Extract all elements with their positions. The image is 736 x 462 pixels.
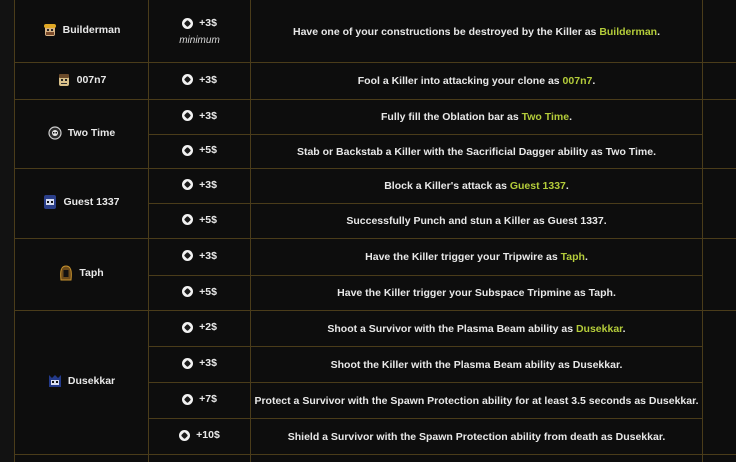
builderman-avatar-icon bbox=[43, 22, 57, 38]
reward-amount: +5$ bbox=[199, 213, 217, 226]
reward-cell: +3$ minimum bbox=[148, 0, 251, 63]
coin-icon bbox=[182, 17, 194, 29]
coin-icon bbox=[182, 393, 194, 405]
coin-icon bbox=[182, 321, 194, 333]
guest-1337-avatar-icon bbox=[43, 194, 57, 210]
reward-amount: +5$ bbox=[199, 144, 217, 157]
reward-cell: +5$ bbox=[148, 203, 251, 239]
table-row: Taph +3$ Have the Killer trigger your Tr… bbox=[14, 238, 736, 311]
table-row bbox=[14, 454, 736, 462]
survivor-name: Taph bbox=[79, 267, 104, 279]
achievement-description: Shoot the Killer with the Plasma Beam ab… bbox=[250, 346, 703, 383]
achievement-description bbox=[250, 454, 703, 462]
achievements-table-viewport: Builderman +3$ minimum Have one of your … bbox=[0, 0, 736, 462]
achievement-description: Fool a Killer into attacking your clone … bbox=[250, 62, 703, 100]
coin-icon bbox=[182, 286, 194, 298]
achievement-description: Shield a Survivor with the Spawn Protect… bbox=[250, 418, 703, 455]
reward-cell: +2$ bbox=[148, 310, 251, 347]
coin-icon bbox=[182, 214, 194, 226]
coin-icon bbox=[179, 429, 191, 441]
survivor-name: 007n7 bbox=[76, 73, 107, 86]
achievement-description: Stab or Backstab a Killer with the Sacri… bbox=[250, 134, 703, 169]
reward-note: minimum bbox=[179, 34, 220, 46]
reward-amount: +10$ bbox=[196, 429, 220, 442]
survivor-cell: Builderman bbox=[14, 0, 149, 63]
reward-amount: +3$ bbox=[199, 357, 217, 370]
survivor-achievements-table: Builderman +3$ minimum Have one of your … bbox=[14, 0, 736, 462]
reward-cell: +10$ bbox=[148, 418, 251, 455]
survivor-link[interactable]: Two Time bbox=[522, 111, 569, 123]
survivor-cell: Two Time bbox=[14, 99, 149, 169]
reward-cell: +7$ bbox=[148, 382, 251, 419]
reward-amount: +3$ bbox=[199, 17, 217, 30]
survivor-link[interactable]: Taph bbox=[561, 251, 585, 263]
reward-cell: +3$ bbox=[148, 62, 251, 100]
table-row: Guest 1337 +3$ Block a Killer's attack a… bbox=[14, 168, 736, 239]
table-row: 007n7 +3$ Fool a Killer into attacking y… bbox=[14, 62, 736, 100]
coin-icon bbox=[182, 357, 194, 369]
survivor-link[interactable]: Builderman bbox=[599, 26, 657, 38]
achievement-description: Block a Killer's attack as Guest 1337. bbox=[250, 168, 703, 204]
reward-amount: +3$ bbox=[199, 109, 217, 122]
two-time-avatar-icon bbox=[48, 125, 62, 141]
achievement-description: Fully fill the Oblation bar as Two Time. bbox=[250, 99, 703, 135]
reward-amount: +3$ bbox=[199, 73, 217, 86]
survivor-name: Builderman bbox=[62, 24, 121, 36]
reward-amount: +3$ bbox=[199, 178, 217, 191]
survivor-name: Guest 1337 bbox=[63, 196, 120, 208]
survivor-cell: Guest 1337 bbox=[14, 168, 149, 239]
extra-cell bbox=[702, 99, 736, 169]
reward-amount: +5$ bbox=[199, 285, 217, 298]
survivor-link[interactable]: Guest 1337 bbox=[510, 180, 566, 192]
extra-cell bbox=[702, 0, 736, 63]
extra-cell bbox=[702, 238, 736, 311]
survivor-link[interactable]: 007n7 bbox=[563, 75, 593, 87]
reward-cell: +3$ bbox=[148, 99, 251, 135]
achievement-description: Have the Killer trigger your Tripwire as… bbox=[250, 238, 703, 276]
reward-amount: +3$ bbox=[199, 249, 217, 262]
survivor-cell bbox=[14, 454, 149, 462]
reward-cell: +3$ bbox=[148, 346, 251, 383]
reward-amount: +2$ bbox=[199, 321, 217, 334]
achievement-description: Have the Killer trigger your Subspace Tr… bbox=[250, 275, 703, 311]
survivor-cell: Dusekkar bbox=[14, 310, 149, 455]
achievement-description: Have one of your constructions be destro… bbox=[250, 0, 703, 63]
extra-cell bbox=[702, 310, 736, 455]
coin-icon bbox=[182, 144, 194, 156]
table-row: Dusekkar +2$ Shoot a Survivor with the P… bbox=[14, 310, 736, 455]
achievement-description: Shoot a Survivor with the Plasma Beam ab… bbox=[250, 310, 703, 347]
extra-cell bbox=[702, 168, 736, 239]
coin-icon bbox=[182, 74, 194, 86]
reward-cell bbox=[148, 454, 251, 462]
dusekkar-avatar-icon bbox=[48, 373, 62, 389]
reward-cell: +3$ bbox=[148, 238, 251, 276]
reward-cell: +3$ bbox=[148, 168, 251, 204]
coin-icon bbox=[182, 110, 194, 122]
achievement-description: Protect a Survivor with the Spawn Protec… bbox=[250, 382, 703, 419]
survivor-name: Dusekkar bbox=[67, 375, 116, 387]
survivor-name: Two Time bbox=[67, 126, 116, 139]
survivor-cell: Taph bbox=[14, 238, 149, 311]
reward-cell: +5$ bbox=[148, 275, 251, 311]
survivor-cell: 007n7 bbox=[14, 62, 149, 100]
extra-cell bbox=[702, 454, 736, 462]
survivor-link[interactable]: Dusekkar bbox=[576, 323, 623, 335]
extra-cell bbox=[702, 62, 736, 100]
achievement-description: Successfully Punch and stun a Killer as … bbox=[250, 203, 703, 239]
table-row: Two Time +3$ Fully fill the Oblation bar… bbox=[14, 99, 736, 169]
coin-icon bbox=[182, 250, 194, 262]
reward-amount: +7$ bbox=[199, 393, 217, 406]
taph-avatar-icon bbox=[59, 265, 73, 281]
007n7-avatar-icon bbox=[57, 72, 71, 88]
coin-icon bbox=[182, 179, 194, 191]
reward-cell: +5$ bbox=[148, 134, 251, 169]
table-row: Builderman +3$ minimum Have one of your … bbox=[14, 0, 736, 63]
